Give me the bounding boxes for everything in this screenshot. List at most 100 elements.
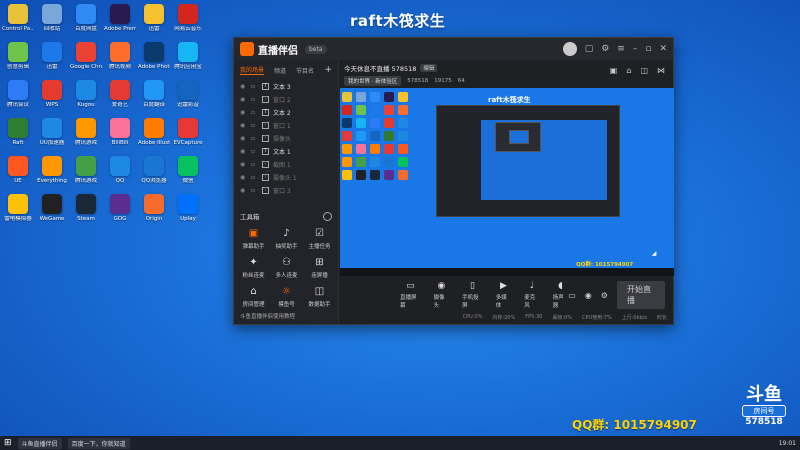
minimize-icon[interactable]: – xyxy=(633,44,638,54)
settings-icon[interactable]: ⚙ xyxy=(601,44,609,54)
desktop-icon[interactable]: Steam xyxy=(70,194,102,232)
toolbox-item[interactable]: ♪ 抽奖助手 xyxy=(270,227,303,250)
eye-icon[interactable]: ◉ xyxy=(240,161,247,168)
desktop-icon[interactable]: WeGame xyxy=(36,194,68,232)
tutorial-link[interactable]: 斗鱼直播伴侣使用教程 xyxy=(240,312,295,320)
left-tab[interactable]: 我的场景 xyxy=(240,65,265,75)
message-icon[interactable]: ▢ xyxy=(585,44,594,54)
desktop-icon[interactable]: Kugou xyxy=(70,80,102,118)
desktop-icon[interactable]: Adobe Photoshop xyxy=(138,42,170,80)
toolbox-item[interactable]: ✦ 粉丝连麦 xyxy=(237,256,270,279)
desktop-icon[interactable]: Raft xyxy=(2,118,34,156)
desktop-icon[interactable]: Uplay xyxy=(172,194,204,232)
eye-icon[interactable]: ◉ xyxy=(240,83,247,90)
bell-icon[interactable]: ◫ xyxy=(640,66,648,75)
category-pill[interactable]: 我的世界 · 新体验区 xyxy=(344,76,402,86)
desktop-icon[interactable]: 腾讯会议 xyxy=(2,80,34,118)
scene-item[interactable]: ◉ ▫ T 文本 1 xyxy=(234,145,338,158)
eye-icon[interactable]: ◉ xyxy=(240,148,247,155)
scene-item[interactable]: ◉ ▫ T 摄像头 xyxy=(234,132,338,145)
desktop-icon[interactable]: 雷电模拟器 xyxy=(2,194,34,232)
toolbox-item[interactable]: ☑ 主播任务 xyxy=(303,227,336,250)
source-button[interactable]: ▯ 手机投屏 xyxy=(462,281,483,309)
lock-icon[interactable]: ⌂ xyxy=(626,66,631,75)
toolbox-item[interactable]: ⚇ 多人连麦 xyxy=(270,256,303,279)
source-button[interactable]: ♩ 麦克风 xyxy=(524,281,539,309)
source-button[interactable]: ▭ 直播屏幕 xyxy=(400,281,421,309)
lock-icon[interactable]: ▫ xyxy=(251,174,258,181)
desktop-icon[interactable]: WPS xyxy=(36,80,68,118)
scene-item[interactable]: ◉ ▫ T 文本 3 xyxy=(234,80,338,93)
lock-icon[interactable]: ▫ xyxy=(251,187,258,194)
toolbox-item[interactable]: ⌂ 房间管理 xyxy=(237,285,270,308)
desktop-icon[interactable]: QQ xyxy=(104,156,136,194)
source-button[interactable]: ◖ 扬声器 xyxy=(553,281,568,309)
eye-icon[interactable]: ◉ xyxy=(240,135,247,142)
desktop-icon[interactable]: 腾讯游戏 xyxy=(70,156,102,194)
edit-room-button[interactable]: 编辑 xyxy=(420,64,438,72)
desktop-icon[interactable]: 腾讯视频 xyxy=(104,42,136,80)
desktop-icon[interactable]: 腾讯应用宝 xyxy=(172,42,204,80)
desktop-icon[interactable]: Google Chrome xyxy=(70,42,102,80)
stream-preview[interactable]: raft木筏求生 QQ群: 1015794907 ◢ xyxy=(340,88,674,276)
desktop-icon[interactable]: 迅雷 xyxy=(138,4,170,42)
eye-icon[interactable]: ◉ xyxy=(240,96,247,103)
desktop-icon[interactable]: GOG xyxy=(104,194,136,232)
desktop-icon[interactable]: Adobe Premie... xyxy=(104,4,136,42)
desktop-icon[interactable]: 迅雷影音 xyxy=(172,80,204,118)
lock-icon[interactable]: ▫ xyxy=(251,135,258,142)
left-tab[interactable]: 节目名 xyxy=(296,66,314,75)
eye-icon[interactable]: ◉ xyxy=(585,291,592,300)
lock-icon[interactable]: ▫ xyxy=(251,161,258,168)
desktop-icon[interactable]: 微信 xyxy=(172,156,204,194)
desktop-icon[interactable]: UU加速器 xyxy=(36,118,68,156)
eye-icon[interactable]: ◉ xyxy=(240,187,247,194)
desktop-icon[interactable]: BiliBili xyxy=(104,118,136,156)
desktop-icon[interactable]: Everything xyxy=(36,156,68,194)
desktop-icon[interactable]: 迅雷 xyxy=(36,42,68,80)
add-scene-icon[interactable]: + xyxy=(324,65,332,75)
start-live-button[interactable]: 开始直播 xyxy=(616,281,665,309)
scene-item[interactable]: ◉ ▫ T 窗口 1 xyxy=(234,119,338,132)
desktop-icon[interactable]: 腾讯游戏 xyxy=(70,118,102,156)
toolbox-more-icon[interactable] xyxy=(323,211,332,221)
user-avatar[interactable] xyxy=(562,42,577,56)
scene-item[interactable]: ◉ ▫ T 窗口 3 xyxy=(234,184,338,197)
gift-icon[interactable]: ▣ xyxy=(610,66,618,75)
app-version[interactable]: beta xyxy=(305,44,327,54)
desktop-icon[interactable]: Adobe Illustra... xyxy=(138,118,170,156)
source-button[interactable]: ▶ 多媒体 xyxy=(496,281,511,309)
menu-icon[interactable]: ≡ xyxy=(617,44,625,54)
desktop-icon[interactable]: EVCapture xyxy=(172,118,204,156)
taskbar-app[interactable]: 斗鱼直播伴侣 xyxy=(17,437,62,449)
source-button[interactable]: ◉ 摄像头 xyxy=(434,281,449,309)
share-icon[interactable]: ⋈ xyxy=(657,66,665,75)
desktop-icon[interactable]: 百度网盘 xyxy=(70,4,102,42)
scene-item[interactable]: ◉ ▫ T 截图 1 xyxy=(234,158,338,171)
taskbar-clock[interactable]: 19:01 xyxy=(779,440,796,447)
scene-item[interactable]: ◉ ▫ T 文本 2 xyxy=(234,106,338,119)
toolbox-item[interactable]: ⊞ 连屏播 xyxy=(303,256,336,279)
maximize-icon[interactable]: ▫ xyxy=(645,44,651,54)
desktop-icon[interactable]: 爱奇艺 xyxy=(104,80,136,118)
gear-icon[interactable]: ⚙ xyxy=(601,291,608,300)
taskbar-app[interactable]: 百度一下，你就知道 xyxy=(67,437,130,449)
lock-icon[interactable]: ▫ xyxy=(251,148,258,155)
eye-icon[interactable]: ◉ xyxy=(240,122,247,129)
lock-icon[interactable]: ▫ xyxy=(251,96,258,103)
lock-icon[interactable]: ▫ xyxy=(251,83,258,90)
toolbox-item[interactable]: ▣ 弹幕助手 xyxy=(237,227,270,250)
toolbox-item[interactable]: ◫ 数据助手 xyxy=(303,285,336,308)
desktop-icon[interactable]: 创意剪辑 xyxy=(2,42,34,80)
start-button[interactable]: ⊞ xyxy=(4,438,12,448)
desktop-icon[interactable]: 网易云音乐 xyxy=(172,4,204,42)
eye-icon[interactable]: ◉ xyxy=(240,109,247,116)
record-icon[interactable]: ▭ xyxy=(568,291,576,300)
left-tab[interactable]: 频道 xyxy=(274,66,286,75)
desktop-icon[interactable]: Control Pa... xyxy=(2,4,34,42)
lock-icon[interactable]: ▫ xyxy=(251,109,258,116)
scene-item[interactable]: ◉ ▫ T 摄像头 1 xyxy=(234,171,338,184)
desktop-icon[interactable]: UE xyxy=(2,156,34,194)
desktop-icon[interactable]: 回收站 xyxy=(36,4,68,42)
scene-item[interactable]: ◉ ▫ T 窗口 2 xyxy=(234,93,338,106)
